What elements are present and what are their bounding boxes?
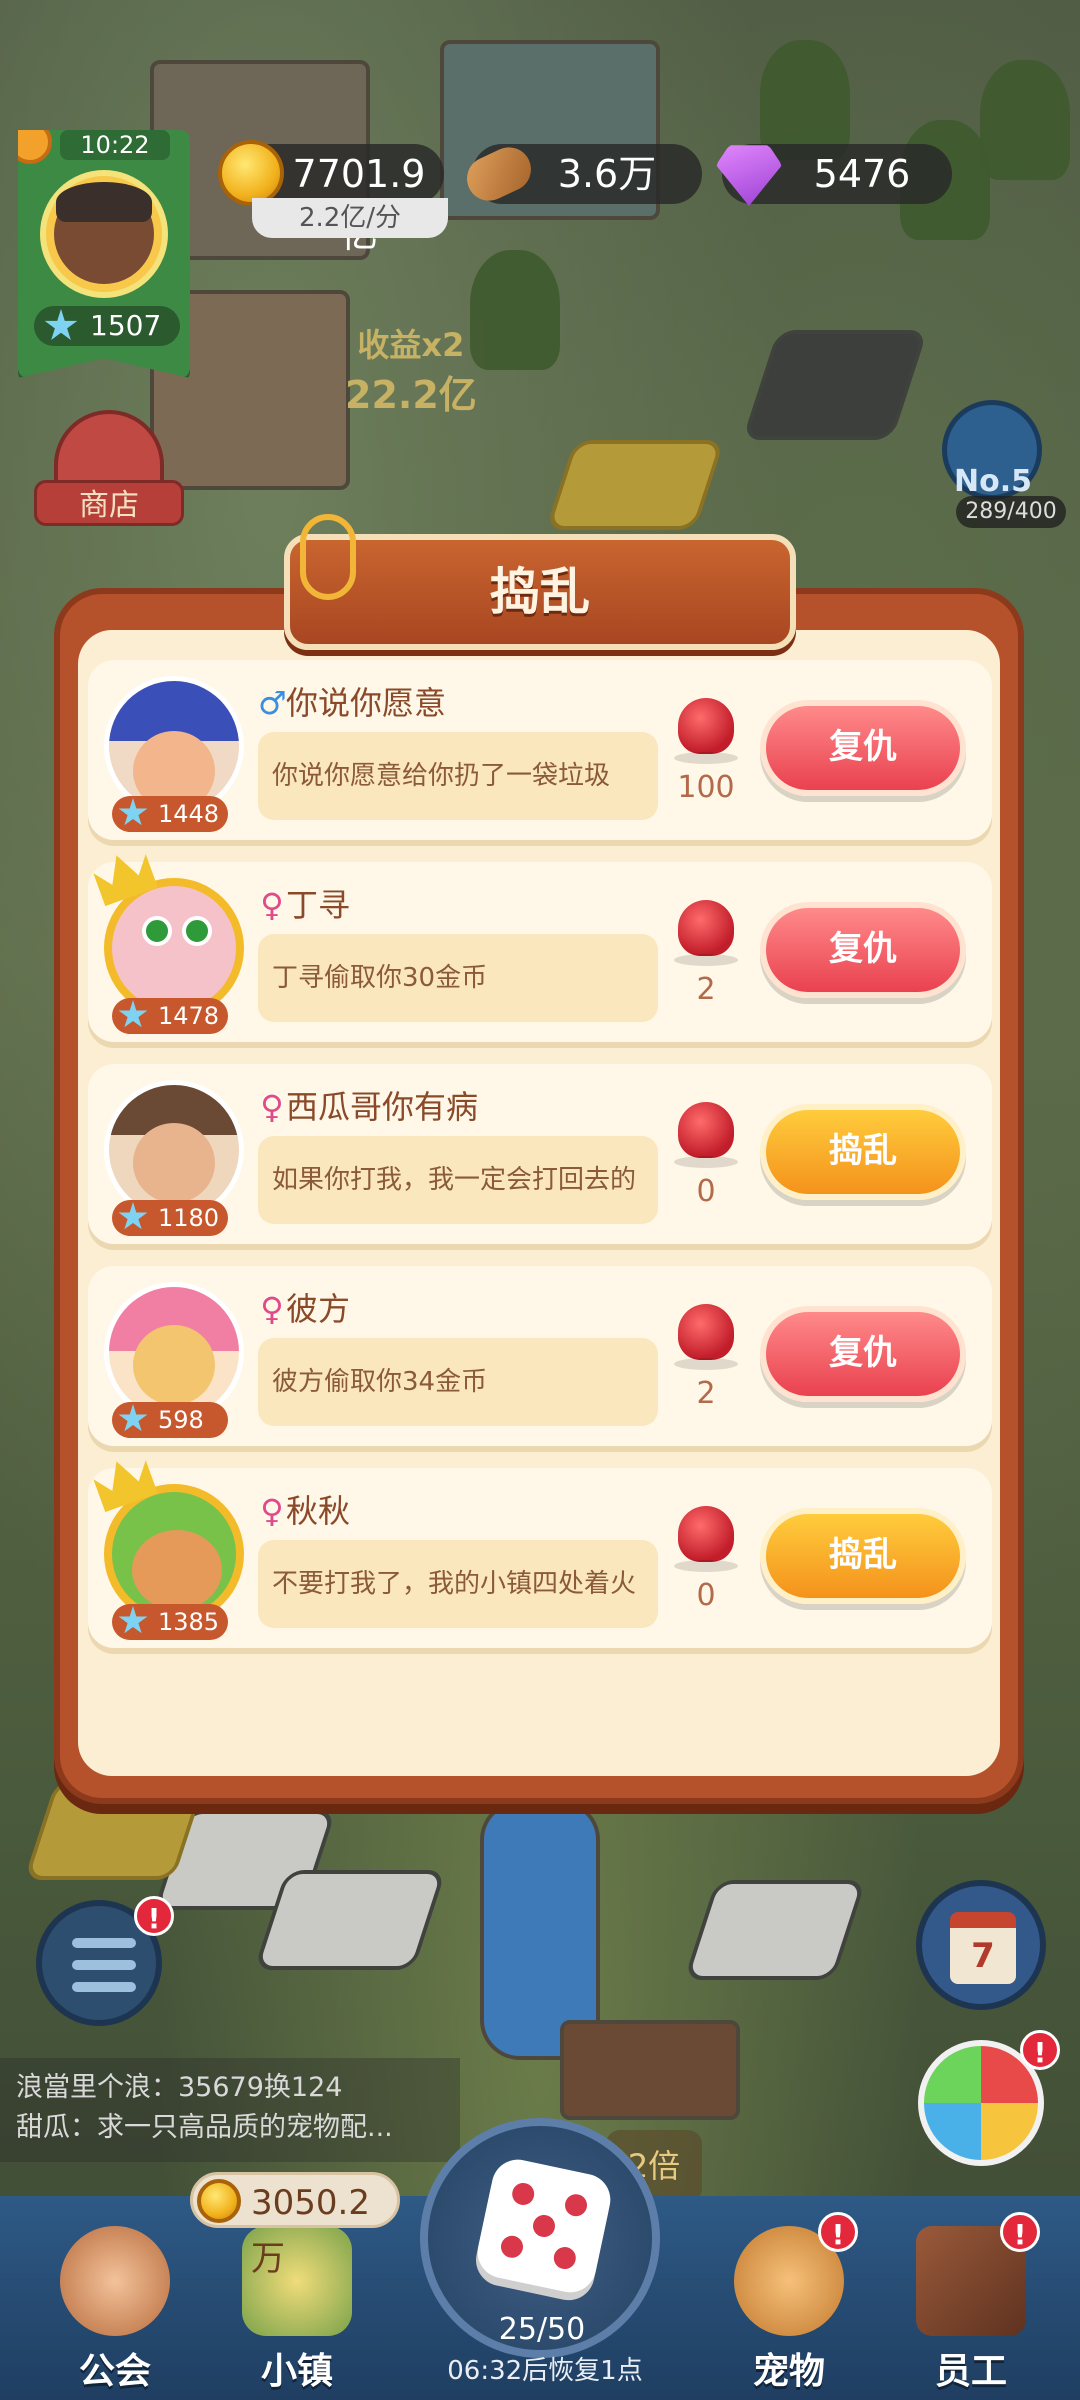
wood-amount: 3.6万 [557,152,657,196]
star-icon [118,1404,148,1432]
gem-amount: 5476 [813,152,911,196]
attack-count: 2 [696,972,716,1007]
player-level-badge: 1507 [34,306,180,346]
rank-label: No.5 [954,464,1032,499]
tab-guild[interactable]: 公会 [40,2226,190,2394]
attack-count: 2 [696,1376,716,1411]
shop-label: 商店 [34,480,184,526]
list-icon [72,1938,136,1948]
shop-icon [54,410,164,490]
coin-icon [197,2179,241,2223]
calendar-icon: 7 [950,1912,1016,1984]
mischief-button[interactable]: 捣乱 [760,1508,966,1604]
list-item: 1385 ♀秋秋 不要打我了，我的小镇四处着火 0 捣乱 [88,1468,992,1648]
event-message: 如果你打我，我一定会打回去的 [258,1136,658,1224]
avatar [104,1282,244,1422]
male-icon: ♂ [258,684,287,722]
alert-badge: ! [818,2212,858,2252]
clock-time: 10:22 [60,130,170,160]
mischief-button[interactable]: 捣乱 [760,1104,966,1200]
calendar-button[interactable]: 7 [916,1880,1046,2010]
tab-town[interactable]: 小镇 [222,2226,372,2394]
chat-feed[interactable]: 浪當里个浪：35679换124 甜瓜：求一只高品质的宠物配... [0,2058,460,2162]
level-badge: 1385 [112,1604,228,1640]
chat-line: 甜瓜：求一只高品质的宠物配... [16,2112,393,2143]
star-icon [118,798,148,826]
player-profile[interactable]: 10:22 1507 [18,130,190,378]
guild-icon [60,2226,170,2336]
event-message: 你说你愿意给你扔了一袋垃圾 [258,732,658,820]
gem-icon [716,145,782,206]
player-avatar [40,170,168,298]
revenge-button[interactable]: 复仇 [760,700,966,796]
star-icon [118,1606,148,1634]
star-icon [44,309,78,340]
boxing-glove-icon [674,1102,738,1168]
income-bonus: 收益x2 22.2亿 [345,326,477,417]
player-name: ♀秋秋 [258,1486,350,1532]
avatar [104,1080,244,1220]
dice-icon [472,2154,616,2298]
revenge-button[interactable]: 复仇 [760,1306,966,1402]
paperclip-icon [300,514,356,600]
boxing-glove-icon [674,1506,738,1572]
coin-rate: 2.2亿/分 [252,198,448,238]
dice-count: 25/50 [498,2312,586,2347]
boxing-glove-icon [674,1304,738,1370]
weather-sun-icon [18,130,52,164]
boxing-glove-icon [674,900,738,966]
alert-badge: ! [1000,2212,1040,2252]
event-message: 丁寻偷取你30金币 [258,934,658,1022]
shop-button[interactable]: 商店 [34,400,184,540]
dice-recover-timer: 06:32后恢复1点 [447,2356,643,2386]
event-message: 彼方偷取你34金币 [258,1338,658,1426]
alert-badge: ! [134,1896,174,1936]
avatar [104,676,244,816]
level-badge: 1478 [112,998,228,1034]
player-name: ♂你说你愿意 [258,684,447,722]
attack-count: 0 [696,1578,716,1613]
alert-badge: ! [1020,2030,1060,2070]
star-icon [118,1000,148,1028]
revenge-button[interactable]: 复仇 [760,902,966,998]
wood-counter[interactable]: 3.6万 [459,140,702,208]
female-icon: ♀ [260,1088,284,1126]
list-item: 1180 ♀西瓜哥你有病 如果你打我，我一定会打回去的 0 捣乱 [88,1064,992,1244]
level-badge: 598 [112,1402,228,1438]
rank-progress: 289/400 [956,496,1066,528]
dialog-title: 捣乱 [490,563,590,621]
chat-line: 浪當里个浪：35679换124 [16,2072,343,2103]
event-message: 不要打我了，我的小镇四处着火 [258,1540,658,1628]
boxing-glove-icon [674,698,738,764]
attack-count: 100 [677,770,735,805]
player-name: ♀彼方 [258,1284,350,1330]
dialog-title-bar: 捣乱 [284,534,796,650]
female-icon: ♀ [260,1290,284,1328]
list-item: 1478 ♀丁寻 丁寻偷取你30金币 2 复仇 [88,862,992,1042]
coin-icon [218,140,284,206]
level-badge: 1448 [112,796,228,832]
coin-counter[interactable]: 7701.9亿 [218,140,444,256]
star-icon [118,1202,148,1230]
player-name: ♀丁寻 [258,880,350,926]
list-item: 1448 ♂你说你愿意 你说你愿意给你扔了一袋垃圾 100 复仇 [88,660,992,840]
female-icon: ♀ [260,886,284,924]
player-name: ♀西瓜哥你有病 [258,1082,478,1128]
list-item: 598 ♀彼方 彼方偷取你34金币 2 复仇 [88,1266,992,1446]
attack-count: 0 [696,1174,716,1209]
player-level: 1507 [90,309,162,342]
gem-counter[interactable]: 5476 [716,144,952,206]
town-gold: 3050.2万 [190,2172,400,2279]
level-badge: 1180 [112,1200,228,1236]
female-icon: ♀ [260,1492,284,1530]
rank-badge[interactable]: No.5 289/400 [936,400,1066,528]
